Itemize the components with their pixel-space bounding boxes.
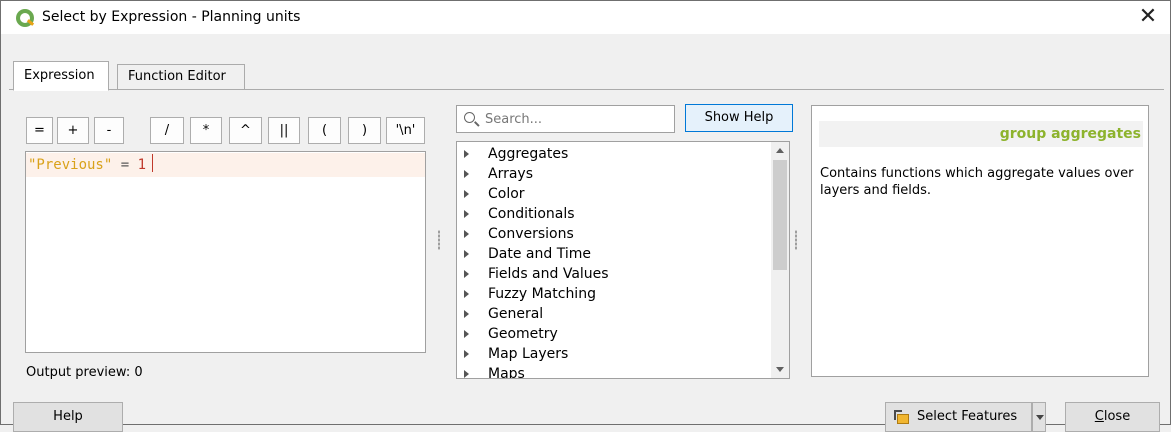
qgis-logo-icon [16,9,34,27]
list-item-aggregates[interactable]: Aggregates [457,144,771,164]
list-item-label: Date and Time [488,246,591,262]
operator-concat-button[interactable]: || [268,117,300,144]
expand-arrow-icon[interactable] [464,370,469,378]
tab-function-editor[interactable]: Function Editor [117,64,245,90]
list-item-label: Fuzzy Matching [488,286,596,302]
function-search-box[interactable] [456,105,675,133]
expression-editor[interactable]: "Previous" = 1 [25,151,426,353]
expression-value-token: 1 [137,157,147,173]
splitter-handle-left[interactable] [438,230,440,250]
list-item-conversions[interactable]: Conversions [457,224,771,244]
window-title: Select by Expression - Planning units [42,9,301,25]
scroll-up-arrow-icon[interactable] [771,142,789,159]
list-item-label: Conditionals [488,206,575,222]
list-scrollbar[interactable] [771,142,789,378]
expand-arrow-icon[interactable] [464,250,469,258]
expand-arrow-icon[interactable] [464,310,469,318]
help-title: group aggregates [819,121,1143,147]
close-button[interactable]: Close [1065,402,1160,432]
list-item-arrays[interactable]: Arrays [457,164,771,184]
help-description: Contains functions which aggregate value… [820,166,1134,198]
output-preview: Output preview: 0 [26,365,143,380]
splitter-handle-right[interactable] [795,230,797,250]
tab-expression[interactable]: Expression [13,61,109,91]
expand-arrow-icon[interactable] [464,230,469,238]
scroll-thumb[interactable] [773,160,787,270]
search-icon [464,112,475,123]
list-item-conditionals[interactable]: Conditionals [457,204,771,224]
list-item-geometry[interactable]: Geometry [457,324,771,344]
expression-line[interactable]: "Previous" = 1 [26,153,425,177]
list-item-maps[interactable]: Maps [457,364,771,379]
list-item-label: Maps [488,366,525,379]
help-panel: group aggregates Contains functions whic… [811,105,1149,377]
operator-minus-button[interactable]: - [94,117,124,144]
close-window-icon[interactable]: ✕ [1134,3,1162,31]
list-item-label: Conversions [488,226,574,242]
expand-arrow-icon[interactable] [464,170,469,178]
expression-operator-token: = [120,157,130,173]
text-caret [152,154,154,172]
expand-arrow-icon[interactable] [464,210,469,218]
show-help-button[interactable]: Show Help [685,104,793,132]
expand-arrow-icon[interactable] [464,270,469,278]
list-item-date-and-time[interactable]: Date and Time [457,244,771,264]
expression-field-token: "Previous" [28,157,113,173]
search-input[interactable] [483,109,668,129]
operator-multiply-button[interactable]: * [190,117,222,144]
function-group-list[interactable]: Aggregates Arrays Color Conditionals Con… [456,141,790,379]
list-item-label: Map Layers [488,346,569,362]
select-features-dropdown-button[interactable] [1032,402,1046,432]
list-item-fields-and-values[interactable]: Fields and Values [457,264,771,284]
operator-plus-button[interactable]: + [57,117,89,144]
expand-arrow-icon[interactable] [464,150,469,158]
list-item-fuzzy-matching[interactable]: Fuzzy Matching [457,284,771,304]
operator-newline-button[interactable]: '\n' [386,117,425,144]
list-item-general[interactable]: General [457,304,771,324]
expand-arrow-icon[interactable] [464,190,469,198]
select-features-label: Select Features [917,409,1018,424]
operator-open-paren-button[interactable]: ( [308,117,341,144]
operator-close-paren-button[interactable]: ) [348,117,381,144]
select-features-button[interactable]: Select Features [885,402,1032,432]
list-item-label: General [488,306,544,322]
list-item-color[interactable]: Color [457,184,771,204]
select-by-expression-dialog: Select by Expression - Planning units ✕ … [0,0,1171,432]
scroll-down-arrow-icon[interactable] [771,361,789,378]
close-button-label: Close [1094,409,1131,424]
select-features-icon [894,410,909,424]
expand-arrow-icon[interactable] [464,290,469,298]
help-button[interactable]: Help [13,402,123,432]
list-item-label: Arrays [488,166,534,182]
list-item-map-layers[interactable]: Map Layers [457,344,771,364]
expand-arrow-icon[interactable] [464,330,469,338]
list-item-label: Color [488,186,525,202]
operator-divide-button[interactable]: / [150,117,184,144]
operator-equals-button[interactable]: = [26,117,53,144]
operator-power-button[interactable]: ^ [229,117,262,144]
title-bar: Select by Expression - Planning units ✕ [1,1,1170,34]
expand-arrow-icon[interactable] [464,350,469,358]
list-item-label: Geometry [488,326,558,342]
list-item-label: Aggregates [488,146,569,162]
list-item-label: Fields and Values [488,266,609,282]
